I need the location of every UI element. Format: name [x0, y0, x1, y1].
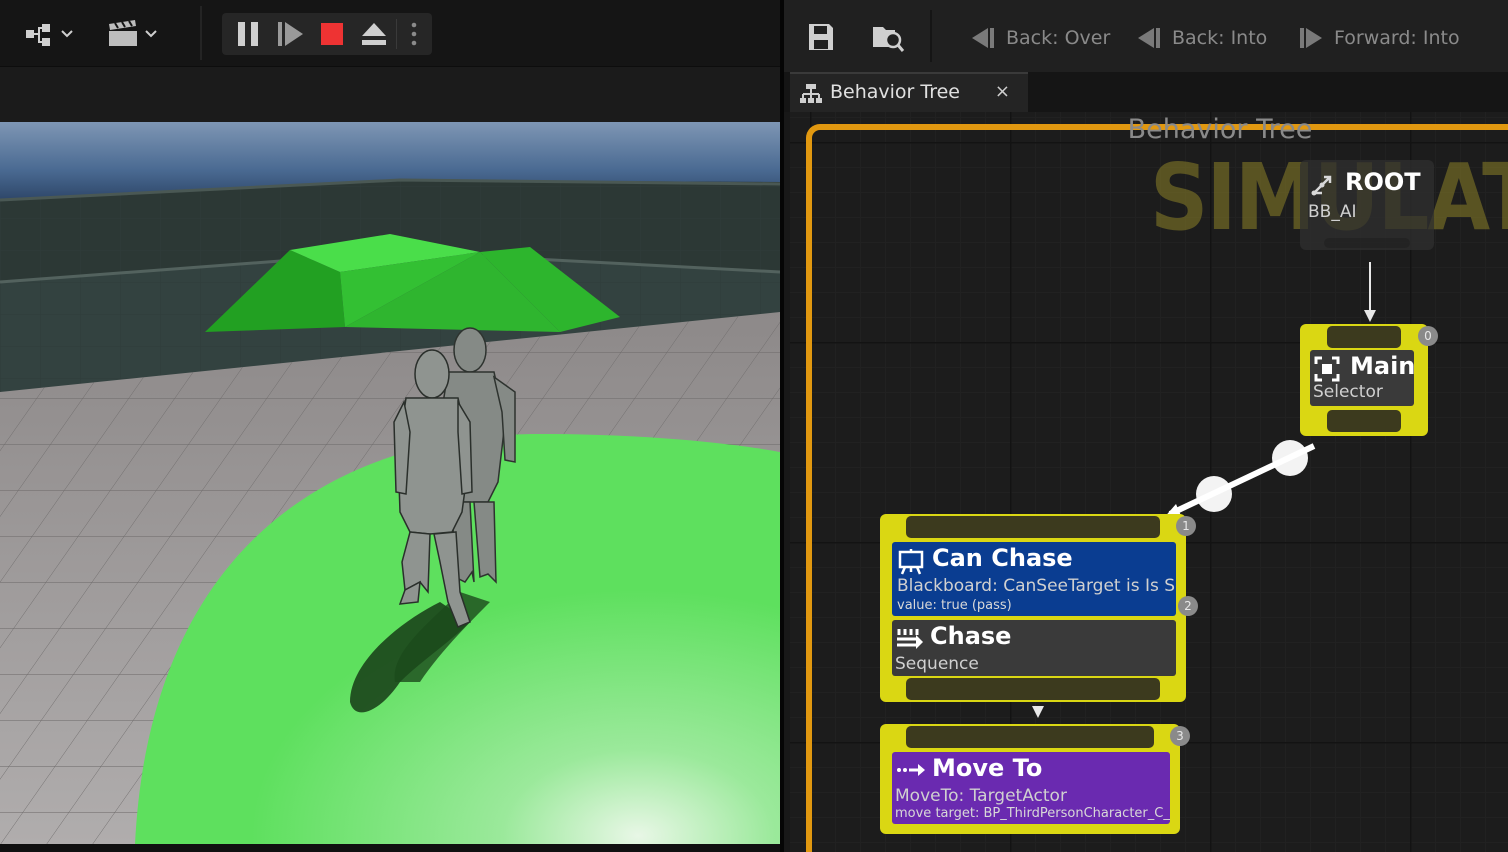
tab-label: Behavior Tree — [830, 81, 960, 103]
back-into-label: Back: Into — [1172, 27, 1268, 49]
clapperboard-icon — [109, 20, 157, 46]
pause-button[interactable] — [228, 17, 268, 51]
stop-icon — [321, 23, 343, 45]
root-title: ROOT — [1345, 168, 1421, 196]
document-tab-bar: Behavior Tree × — [784, 72, 1508, 112]
scene-render — [0, 122, 780, 844]
main-subtitle: Selector — [1313, 382, 1383, 402]
chase-input-pin[interactable] — [906, 516, 1160, 538]
sequence-icon — [897, 629, 923, 649]
root-icon — [1311, 175, 1332, 196]
can-chase-detail: value: true (pass) — [897, 598, 1012, 613]
main-input-pin[interactable] — [1327, 326, 1401, 348]
chase-title: Chase — [930, 622, 1012, 650]
chase-sequence-node[interactable]: Can Chase Blackboard: CanSeeTarget is Is… — [880, 514, 1186, 702]
main-selector-node[interactable]: Main Selector — [1300, 324, 1428, 436]
chase-index-badge: 1 — [1176, 516, 1196, 536]
find-button[interactable] — [870, 20, 906, 54]
viewport-scene[interactable] — [0, 122, 780, 844]
more-vertical-icon — [411, 22, 417, 46]
root-output-pin[interactable] — [1324, 238, 1410, 248]
graph-canvas[interactable]: SIMULATING Behavior Tree ROOT BB_AI — [790, 112, 1508, 852]
chase-body: Chase Sequence — [892, 620, 1176, 676]
move-to-subtitle: MoveTo: TargetActor — [895, 786, 1067, 806]
forward-into-button[interactable]: Forward: Into — [1298, 24, 1460, 52]
move-to-input-pin[interactable] — [906, 726, 1154, 748]
behavior-tree-icon — [800, 84, 822, 103]
find-in-blueprint-icon — [873, 27, 905, 52]
hierarchy-dropdown[interactable] — [22, 18, 78, 50]
cinematics-dropdown[interactable] — [106, 18, 166, 50]
blackboard-decorator-icon — [898, 549, 924, 575]
can-chase-title: Can Chase — [932, 544, 1073, 572]
back-into-icon — [1138, 28, 1160, 48]
move-to-title: Move To — [932, 754, 1043, 782]
move-to-body: Move To MoveTo: TargetActor move target:… — [892, 752, 1170, 824]
back-into-button[interactable]: Back: Into — [1136, 24, 1267, 52]
viewport-bottom-edge — [0, 844, 780, 852]
forward-into-icon — [1300, 28, 1322, 48]
frame-step-icon — [278, 22, 303, 46]
toolbar-divider — [396, 19, 397, 49]
back-over-button[interactable]: Back: Over — [970, 24, 1110, 52]
level-viewport-panel — [0, 0, 780, 852]
move-to-icon — [897, 764, 925, 776]
main-body: Main Selector — [1310, 350, 1414, 406]
viewport-subbar — [0, 66, 780, 123]
move-to-index-badge: 3 — [1170, 726, 1190, 746]
can-chase-decorator[interactable]: Can Chase Blackboard: CanSeeTarget is Is… — [892, 542, 1176, 616]
chase-output-pin[interactable] — [906, 678, 1160, 700]
eject-icon — [362, 23, 386, 45]
main-output-pin[interactable] — [1327, 410, 1401, 432]
can-chase-index-badge: 2 — [1178, 596, 1198, 616]
stop-button[interactable] — [312, 17, 352, 51]
toolbar-separator — [930, 10, 932, 62]
can-chase-subtitle: Blackboard: CanSeeTarget is Is Set — [897, 576, 1176, 596]
tab-behavior-tree[interactable]: Behavior Tree × — [790, 72, 1028, 112]
selector-icon — [1314, 356, 1340, 382]
play-controls — [222, 13, 432, 55]
move-to-detail: move target: BP_ThirdPersonCharacter_C_0 — [895, 806, 1170, 821]
bt-toolbar: Back: Over Back: Into Forward: Into — [784, 0, 1508, 72]
viewport-toolbar — [0, 0, 780, 66]
save-icon — [809, 24, 833, 50]
forward-into-label: Forward: Into — [1334, 27, 1460, 49]
save-button[interactable] — [804, 20, 838, 54]
root-subtitle: BB_AI — [1308, 202, 1357, 222]
more-options-button[interactable] — [400, 17, 428, 51]
main-index-badge: 0 — [1418, 326, 1438, 346]
back-over-icon — [972, 28, 994, 48]
back-over-label: Back: Over — [1006, 27, 1111, 49]
eject-button[interactable] — [354, 17, 394, 51]
frame-step-button[interactable] — [270, 17, 310, 51]
pause-icon — [238, 22, 258, 46]
toolbar-separator — [200, 6, 202, 60]
tab-close-button[interactable]: × — [995, 81, 1010, 102]
hierarchy-icon — [26, 24, 73, 46]
move-to-task-node[interactable]: Move To MoveTo: TargetActor move target:… — [880, 724, 1180, 834]
main-title: Main — [1350, 352, 1414, 380]
behavior-tree-editor: Back: Over Back: Into Forward: Into Beha… — [784, 0, 1508, 852]
chase-subtitle: Sequence — [895, 654, 979, 674]
